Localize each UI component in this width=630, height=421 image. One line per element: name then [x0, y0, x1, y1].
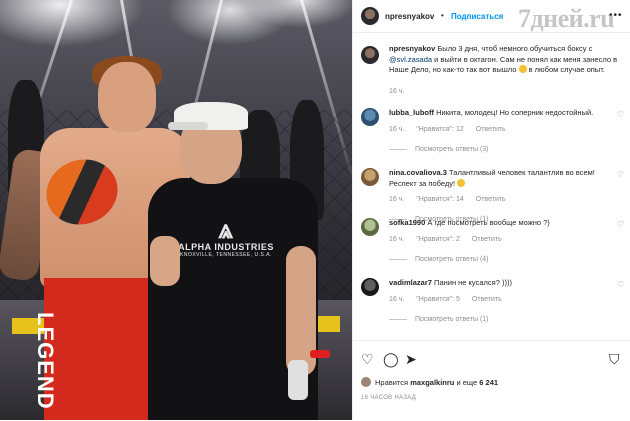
view-replies[interactable]: Посмотреть ответы (4): [389, 256, 489, 263]
alpha-logo-icon: ⩓: [218, 214, 234, 244]
view-replies[interactable]: Посмотреть ответы (1): [389, 316, 489, 323]
comment-likes[interactable]: "Нравится": 2: [416, 236, 460, 243]
comment-meta: 16 ч. "Нравится": 5 Ответить: [389, 296, 512, 303]
caption-part: Было 3 дня, чтоб немного обучиться боксу…: [437, 44, 593, 53]
comment-username[interactable]: sofka1990: [389, 218, 425, 227]
wristband: [310, 350, 330, 358]
avatar[interactable]: [361, 108, 379, 126]
post-actions: ♡ ◯ ➤ ⛉ Нравится maxgalkinru и еще 6 241…: [353, 340, 630, 421]
avatar: [361, 377, 371, 387]
caption-part: в любом случае опыт.: [528, 65, 605, 74]
view-replies-label[interactable]: Посмотреть ответы (4): [415, 256, 489, 263]
likes-count[interactable]: 6 241: [479, 378, 498, 387]
comment-like-icon[interactable]: ♡: [617, 170, 624, 179]
thumbs-up-hand: [150, 236, 180, 286]
comment-item: vadimlazar7 Панин не кусался? )))) ♡ 16 …: [353, 278, 624, 330]
share-icon[interactable]: ➤: [405, 351, 417, 368]
comment-likes[interactable]: "Нравится": 5: [416, 296, 460, 303]
comment-like-icon[interactable]: ♡: [617, 220, 624, 229]
comment-username[interactable]: nina.covaliova.3: [389, 168, 447, 177]
comment-time: 16 ч.: [389, 296, 405, 303]
comment-text: sofka1990 А где посмотреть вообще можно …: [389, 218, 621, 229]
comment-like-icon[interactable]: ♡: [617, 280, 624, 289]
comment-meta: 16 ч. "Нравится": 2 Ответить: [389, 236, 512, 243]
comment-icon[interactable]: ◯: [383, 351, 399, 368]
thumbs-up-emoji-icon: [457, 178, 466, 187]
comment-likes[interactable]: "Нравится": 14: [416, 196, 464, 203]
comment-time: 16 ч.: [389, 126, 405, 133]
comment-body: Никита, молодец! Но соперник недостойный…: [436, 108, 594, 117]
reply-button[interactable]: Ответить: [476, 126, 506, 133]
bookmark-icon[interactable]: ⛉: [609, 351, 620, 368]
shirt-brand: ALPHA INDUSTRIES: [178, 242, 274, 252]
reply-button[interactable]: Ответить: [472, 296, 502, 303]
caption-mention[interactable]: @svl.zasada: [389, 55, 432, 64]
reply-button[interactable]: Ответить: [472, 236, 502, 243]
likes-summary[interactable]: Нравится maxgalkinru и еще 6 241: [361, 377, 498, 387]
comment-time: 16 ч.: [389, 236, 405, 243]
post-time-ago: 16 ЧАСОВ НАЗАД: [361, 395, 417, 401]
comment-body: А где посмотреть вообще можно ?): [427, 218, 550, 227]
avatar[interactable]: [361, 278, 379, 296]
view-replies-label[interactable]: Посмотреть ответы (1): [415, 316, 489, 323]
comment-text: lubba_luboff Никита, молодец! Но соперни…: [389, 108, 621, 119]
water-bottle: [288, 360, 308, 400]
replies-line: [389, 318, 407, 320]
replies-line: [389, 258, 407, 260]
grin-emoji-icon: [518, 65, 527, 73]
caption-text: npresnyakov Было 3 дня, чтоб немного обу…: [389, 44, 621, 76]
comment-likes[interactable]: "Нравится": 12: [416, 126, 464, 133]
view-replies-label[interactable]: Посмотреть ответы (3): [415, 146, 489, 153]
comment-username[interactable]: lubba_luboff: [389, 108, 434, 117]
comment-text: vadimlazar7 Панин не кусался? )))): [389, 278, 621, 289]
avatar[interactable]: [361, 218, 379, 236]
post-photo[interactable]: LEGEND ⩓ ALPHA INDUSTRIES KNOXVILLE, TEN…: [0, 0, 352, 420]
caption-time: 16 ч.: [389, 88, 405, 95]
shirt-logo: ⩓ ALPHA INDUSTRIES KNOXVILLE, TENNESSEE,…: [176, 216, 276, 258]
replies-line: [389, 148, 407, 150]
fighter-head: [98, 62, 156, 132]
caption-username[interactable]: npresnyakov: [389, 44, 435, 53]
comment-body: Панин не кусался? )))): [434, 278, 512, 287]
heart-icon[interactable]: ♡: [361, 351, 374, 368]
comment-text: nina.covaliova.3 Талантливый человек тал…: [389, 168, 621, 189]
follow-button[interactable]: Подписаться: [451, 12, 503, 21]
likes-user[interactable]: maxgalkinru: [410, 378, 454, 387]
shorts-lettering: LEGEND: [33, 312, 58, 410]
likes-middle: и еще: [456, 378, 478, 387]
shirt-sub: KNOXVILLE, TENNESSEE, U.S.A.: [180, 252, 272, 258]
likes-prefix: Нравится: [375, 378, 409, 387]
separator-dot: •: [441, 11, 444, 20]
site-watermark: 7дней.ru: [518, 4, 615, 33]
comment-meta: 16 ч. "Нравится": 12 Ответить: [389, 126, 516, 133]
avatar[interactable]: [361, 7, 379, 25]
comment-item: lubba_luboff Никита, молодец! Но соперни…: [353, 108, 624, 160]
post-panel: npresnyakov • Подписаться ••• npresnyako…: [352, 0, 630, 420]
comment-like-icon[interactable]: ♡: [617, 110, 624, 119]
post-username[interactable]: npresnyakov: [385, 12, 434, 21]
view-replies[interactable]: Посмотреть ответы (3): [389, 146, 489, 153]
coach-cap-bill: [168, 122, 208, 130]
reply-button[interactable]: Ответить: [476, 196, 506, 203]
avatar[interactable]: [361, 168, 379, 186]
avatar[interactable]: [361, 46, 379, 64]
comment-item: sofka1990 А где посмотреть вообще можно …: [353, 218, 624, 270]
comment-username[interactable]: vadimlazar7: [389, 278, 432, 287]
comment-meta: 16 ч. "Нравится": 14 Ответить: [389, 196, 516, 203]
post-caption: npresnyakov Было 3 дня, чтоб немного обу…: [353, 44, 623, 100]
fighter-shorts: [44, 278, 152, 420]
comment-time: 16 ч.: [389, 196, 405, 203]
